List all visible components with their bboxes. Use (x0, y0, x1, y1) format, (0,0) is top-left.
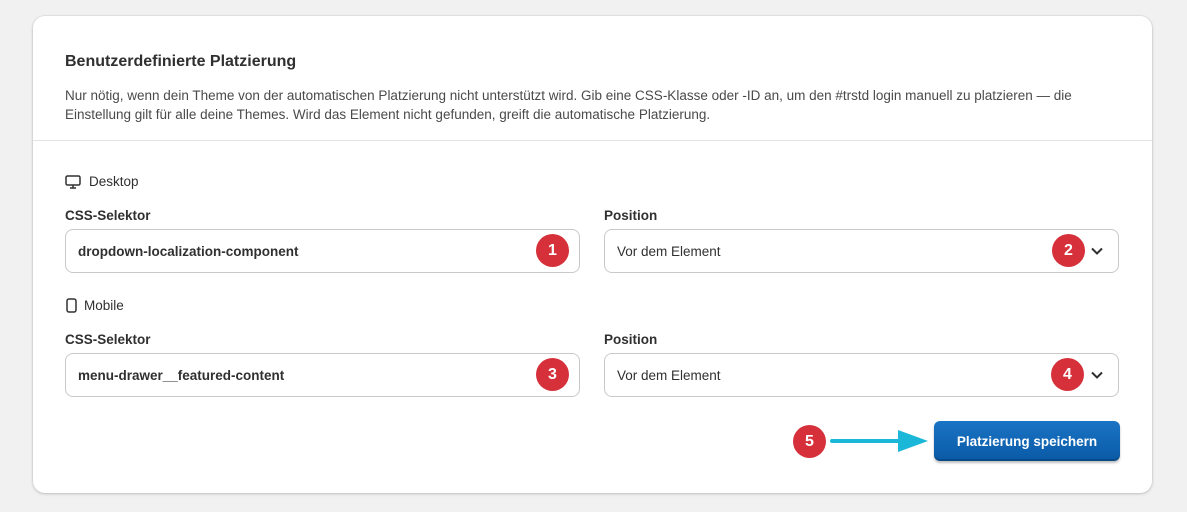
mobile-icon (66, 298, 77, 313)
save-placement-button[interactable]: Platzierung speichern (934, 421, 1120, 461)
mobile-position-label: Position (604, 332, 658, 347)
desktop-selector-value: dropdown-localization-component (78, 243, 299, 259)
mobile-selector-label: CSS-Selektor (65, 332, 151, 347)
arrow-right-icon (830, 430, 928, 452)
desktop-selector-input[interactable]: dropdown-localization-component 1 (65, 229, 580, 273)
desktop-icon (65, 174, 81, 189)
placement-card: Benutzerdefinierte Platzierung Nur nötig… (33, 16, 1152, 493)
desktop-section-label: Desktop (65, 174, 139, 189)
mobile-position-select[interactable]: Vor dem Element 4 (604, 353, 1119, 397)
chevron-down-icon (1091, 371, 1103, 379)
desktop-selector-label: CSS-Selektor (65, 208, 151, 223)
chevron-down-icon (1091, 247, 1103, 255)
desktop-position-label: Position (604, 208, 658, 223)
desktop-position-value: Vor dem Element (617, 243, 721, 259)
mobile-section-label: Mobile (65, 298, 124, 313)
description: Nur nötig, wenn dein Theme von der autom… (65, 88, 1072, 122)
annotation-badge-4: 4 (1051, 358, 1084, 391)
page-title: Benutzerdefinierte Platzierung (65, 53, 297, 70)
desktop-position-select[interactable]: Vor dem Element 2 (604, 229, 1119, 273)
card-header: Benutzerdefinierte Platzierung Nur nötig… (33, 16, 1152, 141)
mobile-position-value: Vor dem Element (617, 367, 721, 383)
annotation-badge-2: 2 (1052, 234, 1085, 267)
mobile-selector-input[interactable]: menu-drawer__featured-content 3 (65, 353, 580, 397)
desktop-label: Desktop (89, 174, 139, 189)
annotation-badge-3: 3 (536, 358, 569, 391)
mobile-selector-value: menu-drawer__featured-content (78, 367, 285, 383)
mobile-label: Mobile (84, 298, 124, 313)
annotation-badge-5: 5 (793, 425, 826, 458)
annotation-badge-1: 1 (536, 234, 569, 267)
